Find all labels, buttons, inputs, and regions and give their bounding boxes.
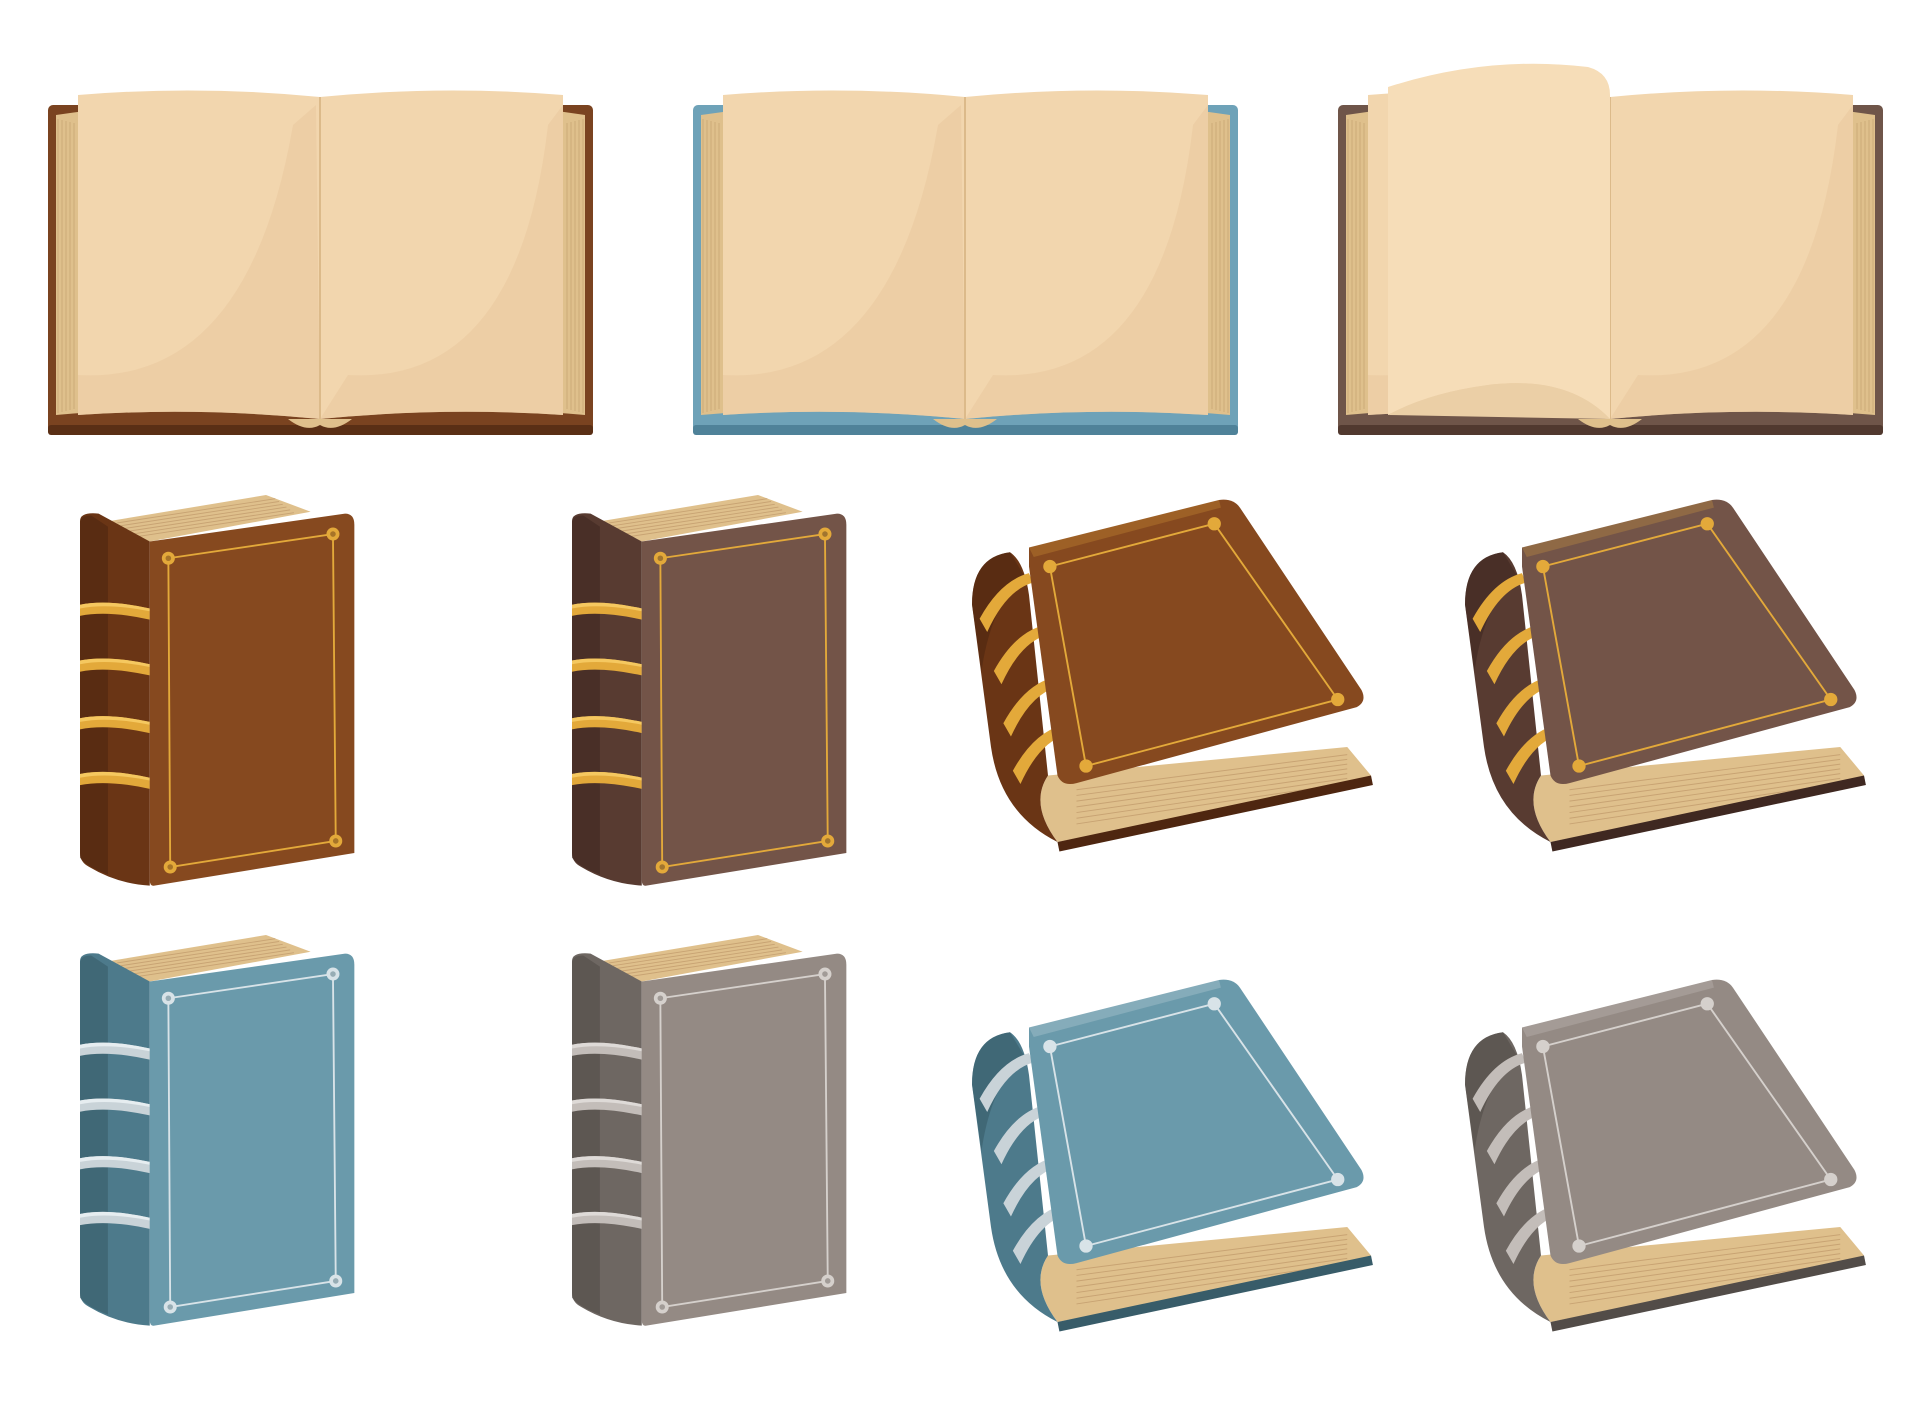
standing-book-blue [80,935,355,1326]
open-book-taupe [1338,63,1883,435]
lying-book-blue [972,979,1373,1332]
lying-book-gray [1465,979,1866,1332]
lying-book-taupe [1465,499,1866,852]
books-artwork [48,63,1883,1332]
standing-book-taupe [572,495,847,886]
open-book-brown [48,90,593,435]
standing-book-brown [80,495,355,886]
standing-book-gray [572,935,847,1326]
open-book-blue [693,90,1238,435]
lying-book-brown [972,499,1373,852]
book-illustration-canvas [0,0,1920,1396]
